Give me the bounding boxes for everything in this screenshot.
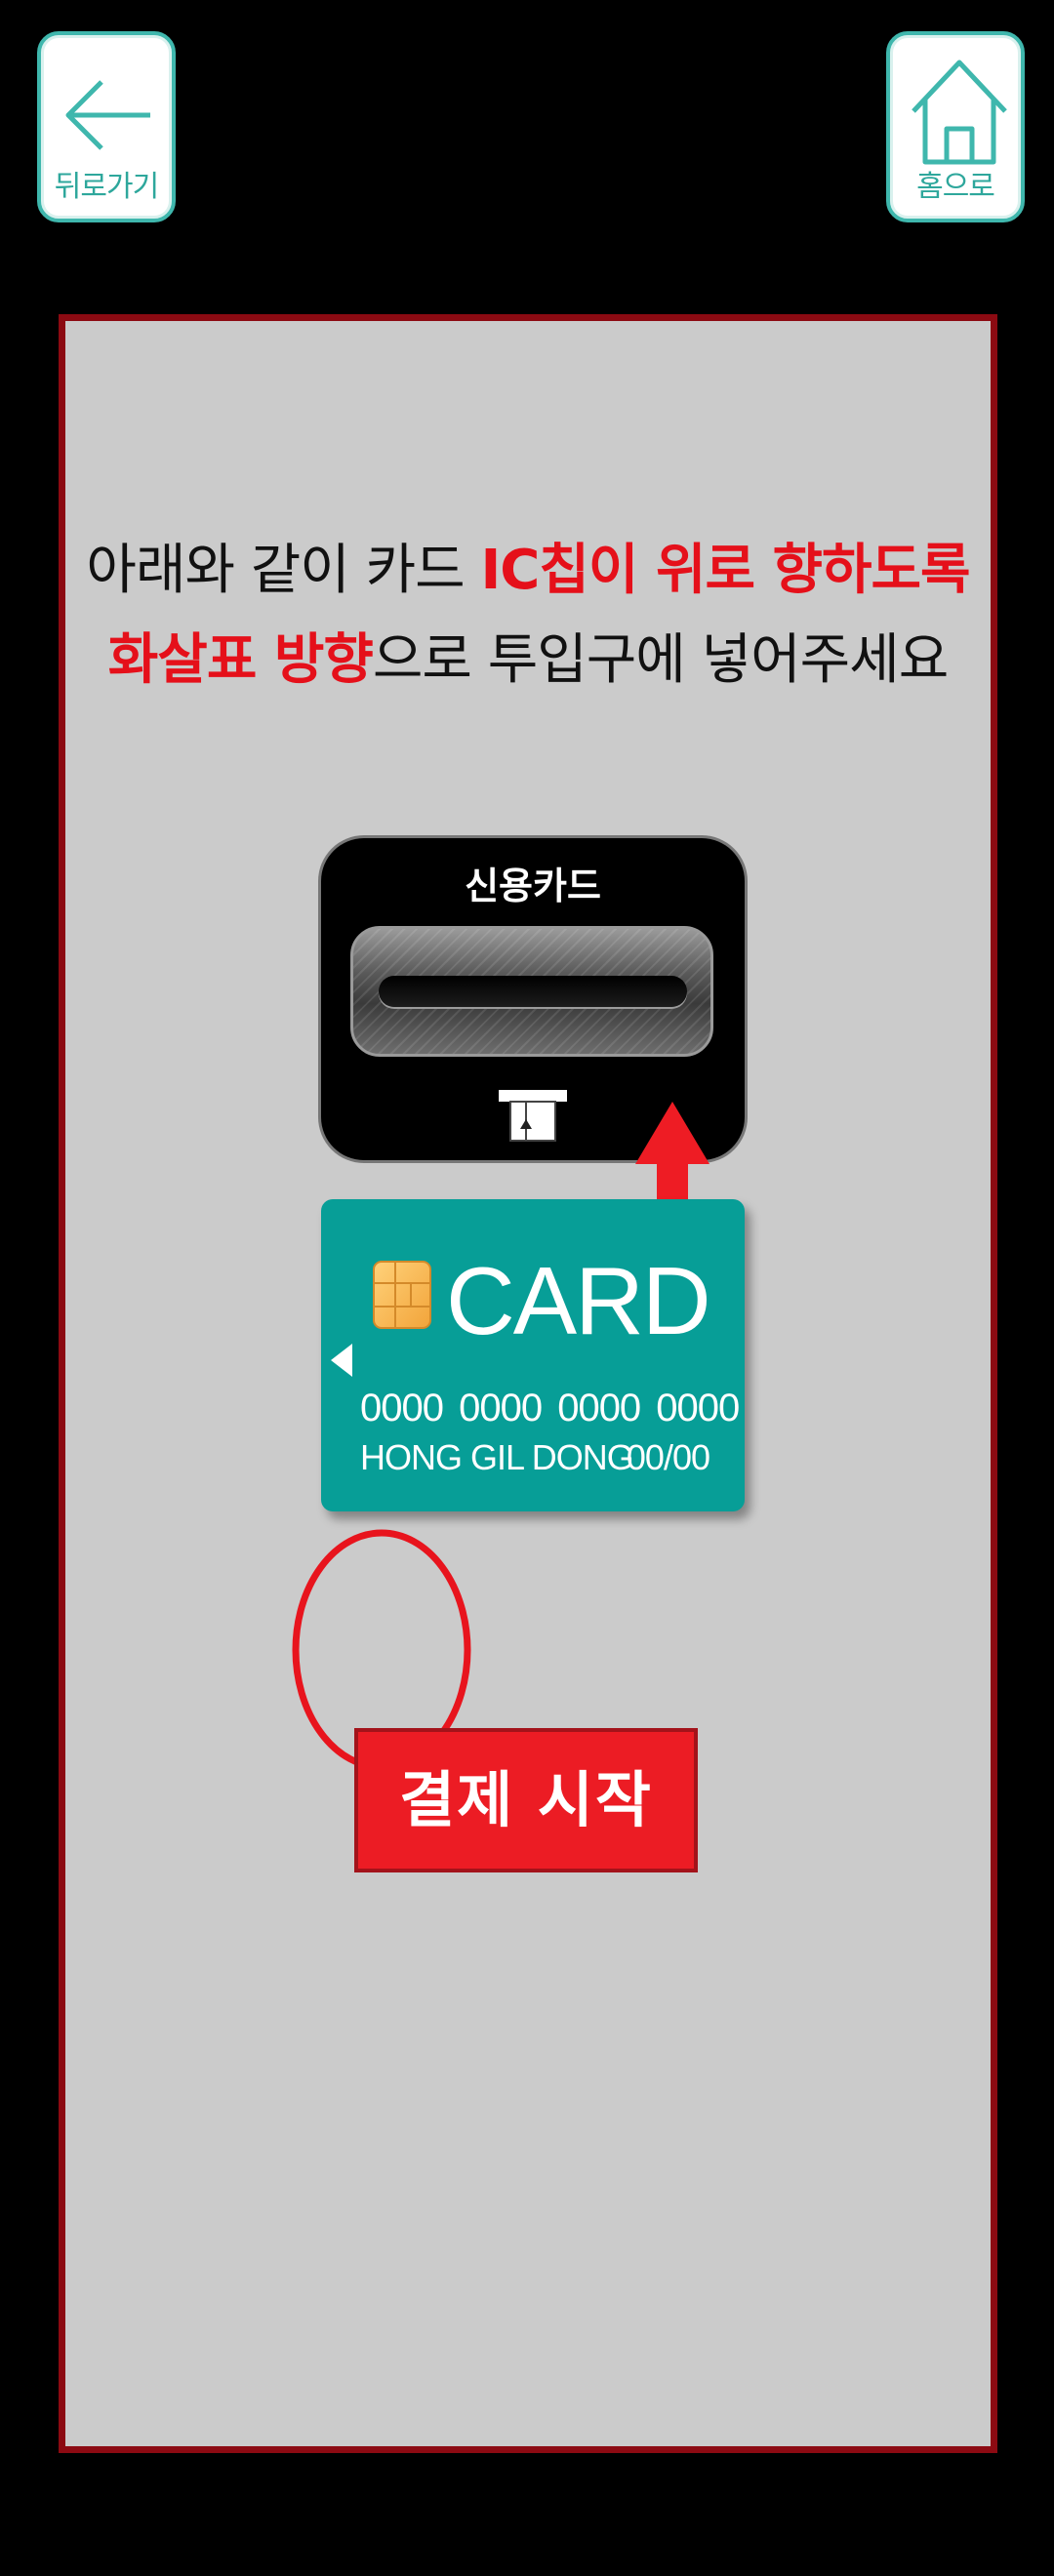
card-slot-opening (379, 976, 687, 1007)
instruction-line-1-plain: 아래와 같이 카드 (86, 539, 481, 602)
back-button[interactable]: 뒤로가기 (37, 31, 176, 222)
instruction-line-1: 아래와 같이 카드 IC칩이 위로 향하도록 (65, 526, 991, 616)
card-brand: CARD (446, 1247, 711, 1354)
payment-panel: 아래와 같이 카드 IC칩이 위로 향하도록 화살표 방향으로 투입구에 넣어주… (59, 314, 997, 2453)
instruction-line-2-highlight: 화살표 방향 (107, 628, 374, 692)
instruction-line-1-highlight: IC칩이 위로 향하도록 (480, 539, 970, 602)
card-reader-label: 신용카드 (465, 865, 601, 907)
credit-card-illustration: CARD 0000 0000 0000 0000 HONG GIL DONG 0… (321, 1199, 745, 1511)
triangle-left-icon (331, 1344, 352, 1377)
card-holder-name: HONG GIL DONG (360, 1437, 634, 1477)
card-expiry: 00/00 (626, 1437, 710, 1477)
ic-chip-icon (373, 1261, 431, 1329)
back-label: 뒤로가기 (54, 170, 159, 204)
instruction-line-2: 화살표 방향으로 투입구에 넣어주세요 (65, 616, 991, 705)
start-payment-button[interactable]: 결제 시작 (354, 1728, 698, 1872)
home-button[interactable]: 홈으로 (886, 31, 1025, 222)
home-label: 홈으로 (916, 170, 995, 204)
card-slot (350, 926, 713, 1057)
card-insert-icon (499, 1090, 567, 1142)
instruction-text: 아래와 같이 카드 IC칩이 위로 향하도록 화살표 방향으로 투입구에 넣어주… (65, 526, 991, 705)
instruction-line-2-plain: 으로 투입구에 넣어주세요 (372, 628, 949, 692)
card-number: 0000 0000 0000 0000 (360, 1387, 740, 1429)
